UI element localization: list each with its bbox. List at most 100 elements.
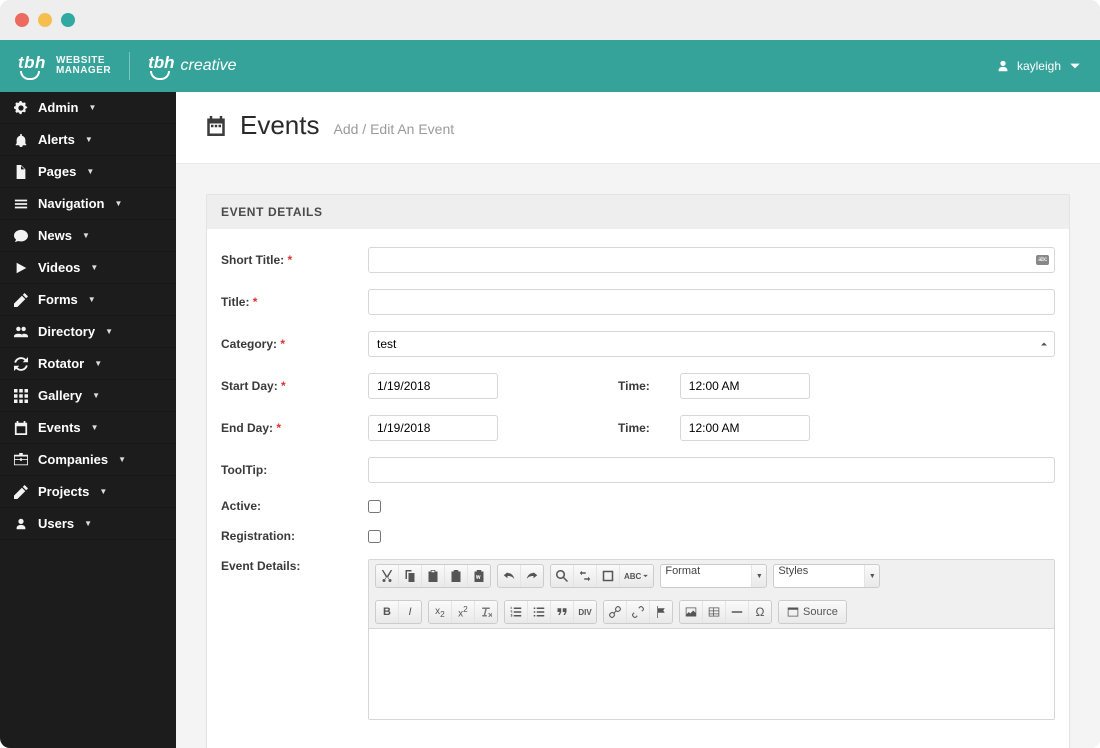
sidebar-item-navigation[interactable]: Navigation ▼: [0, 188, 176, 220]
caret-down-icon: ▼: [99, 487, 107, 496]
sidebar-item-label: Users: [38, 516, 74, 531]
tooltip-label: ToolTip:: [221, 463, 346, 477]
sidebar-item-admin[interactable]: Admin ▼: [0, 92, 176, 124]
sidebar-item-rotator[interactable]: Rotator ▼: [0, 348, 176, 380]
undo-button[interactable]: [498, 565, 520, 587]
cut-button[interactable]: [376, 565, 398, 587]
source-button[interactable]: Source: [779, 601, 846, 623]
subscript-button[interactable]: x2: [429, 601, 451, 623]
brand-separator: [129, 52, 130, 80]
user-name: kayleigh: [1017, 59, 1061, 73]
unlink-button[interactable]: [627, 601, 649, 623]
link-icon: [609, 606, 621, 618]
start-time-label: Time:: [618, 379, 650, 393]
sidebar-item-news[interactable]: News ▼: [0, 220, 176, 252]
caret-down-icon: ▼: [86, 167, 94, 176]
sidebar-item-videos[interactable]: Videos ▼: [0, 252, 176, 284]
superscript-button[interactable]: x2: [452, 601, 474, 623]
sidebar-item-directory[interactable]: Directory ▼: [0, 316, 176, 348]
hr-button[interactable]: [726, 601, 748, 623]
italic-button[interactable]: I: [399, 601, 421, 623]
anchor-button[interactable]: [650, 601, 672, 623]
format-select[interactable]: Format: [661, 565, 751, 587]
remove-format-button[interactable]: [475, 601, 497, 623]
briefcase-icon: [14, 453, 28, 467]
event-details-panel: EVENT DETAILS Short Title: Title:: [206, 194, 1070, 748]
paste-word-button[interactable]: [468, 565, 490, 587]
user-menu[interactable]: kayleigh: [996, 59, 1082, 73]
file-icon: [14, 165, 28, 179]
blockquote-button[interactable]: [551, 601, 573, 623]
sidebar-item-companies[interactable]: Companies ▼: [0, 444, 176, 476]
event-details-label: Event Details:: [221, 559, 346, 573]
ul-icon: [533, 606, 545, 618]
category-label: Category:: [221, 337, 346, 351]
sidebar-item-label: Forms: [38, 292, 78, 307]
title-input[interactable]: [368, 289, 1055, 315]
replace-icon: [579, 570, 591, 582]
sidebar-item-events[interactable]: Events ▼: [0, 412, 176, 444]
sidebar-item-users[interactable]: Users ▼: [0, 508, 176, 540]
sidebar-item-projects[interactable]: Projects ▼: [0, 476, 176, 508]
redo-button[interactable]: [521, 565, 543, 587]
caret-down-icon: ▼: [88, 295, 96, 304]
caret-down-icon: ▼: [118, 455, 126, 464]
logo-mark: tbh: [18, 53, 46, 79]
pencil-icon: [14, 485, 28, 499]
spellcheck-icon: ABC: [624, 572, 641, 581]
paste-button[interactable]: [422, 565, 444, 587]
chevron-down-icon: [642, 570, 649, 582]
short-title-label: Short Title:: [221, 253, 346, 267]
bold-button[interactable]: B: [376, 601, 398, 623]
styles-select[interactable]: Styles: [774, 565, 864, 587]
registration-checkbox[interactable]: [368, 530, 381, 543]
start-time-input[interactable]: [680, 373, 810, 399]
sidebar-item-pages[interactable]: Pages ▼: [0, 156, 176, 188]
main-content: Events Add / Edit An Event EVENT DETAILS…: [176, 92, 1100, 748]
end-day-input[interactable]: [368, 415, 498, 441]
active-checkbox[interactable]: [368, 500, 381, 513]
close-window-button[interactable]: [15, 13, 29, 27]
user-icon: [996, 59, 1010, 73]
title-label: Title:: [221, 295, 346, 309]
find-button[interactable]: [551, 565, 573, 587]
top-header: tbh WEBSITE MANAGER tbhcreative kayleigh: [0, 40, 1100, 92]
sidebar-item-label: Admin: [38, 100, 78, 115]
end-time-input[interactable]: [680, 415, 810, 441]
minimize-window-button[interactable]: [38, 13, 52, 27]
ol-icon: [510, 606, 522, 618]
zoom-window-button[interactable]: [61, 13, 75, 27]
flag-icon: [655, 606, 667, 618]
bullet-list-button[interactable]: [528, 601, 550, 623]
tooltip-input[interactable]: [368, 457, 1055, 483]
play-icon: [14, 261, 28, 275]
numbered-list-button[interactable]: [505, 601, 527, 623]
div-icon: DIV: [578, 608, 591, 617]
sidebar-item-forms[interactable]: Forms ▼: [0, 284, 176, 316]
short-title-input[interactable]: [368, 247, 1055, 273]
category-select[interactable]: [368, 331, 1055, 357]
select-all-button[interactable]: [597, 565, 619, 587]
page-title: Events: [240, 110, 320, 141]
rich-text-editor: ABC Format ▼ Styles: [368, 559, 1055, 720]
brand-secondary[interactable]: tbhcreative: [148, 53, 236, 79]
brand-primary[interactable]: tbh WEBSITE MANAGER: [18, 53, 111, 79]
image-button[interactable]: [680, 601, 702, 623]
link-button[interactable]: [604, 601, 626, 623]
spellcheck-button[interactable]: ABC: [620, 565, 653, 587]
special-char-button[interactable]: Ω: [749, 601, 771, 623]
chevron-down-icon: ▼: [865, 565, 879, 587]
chevron-down-icon: [1068, 59, 1082, 73]
sidebar-item-label: News: [38, 228, 72, 243]
sidebar-item-alerts[interactable]: Alerts ▼: [0, 124, 176, 156]
sidebar-item-label: Gallery: [38, 388, 82, 403]
table-button[interactable]: [703, 601, 725, 623]
copy-button[interactable]: [399, 565, 421, 587]
table-icon: [708, 606, 720, 618]
rte-content-area[interactable]: [369, 629, 1054, 719]
div-button[interactable]: DIV: [574, 601, 596, 623]
replace-button[interactable]: [574, 565, 596, 587]
start-day-input[interactable]: [368, 373, 498, 399]
sidebar-item-gallery[interactable]: Gallery ▼: [0, 380, 176, 412]
paste-text-button[interactable]: [445, 565, 467, 587]
